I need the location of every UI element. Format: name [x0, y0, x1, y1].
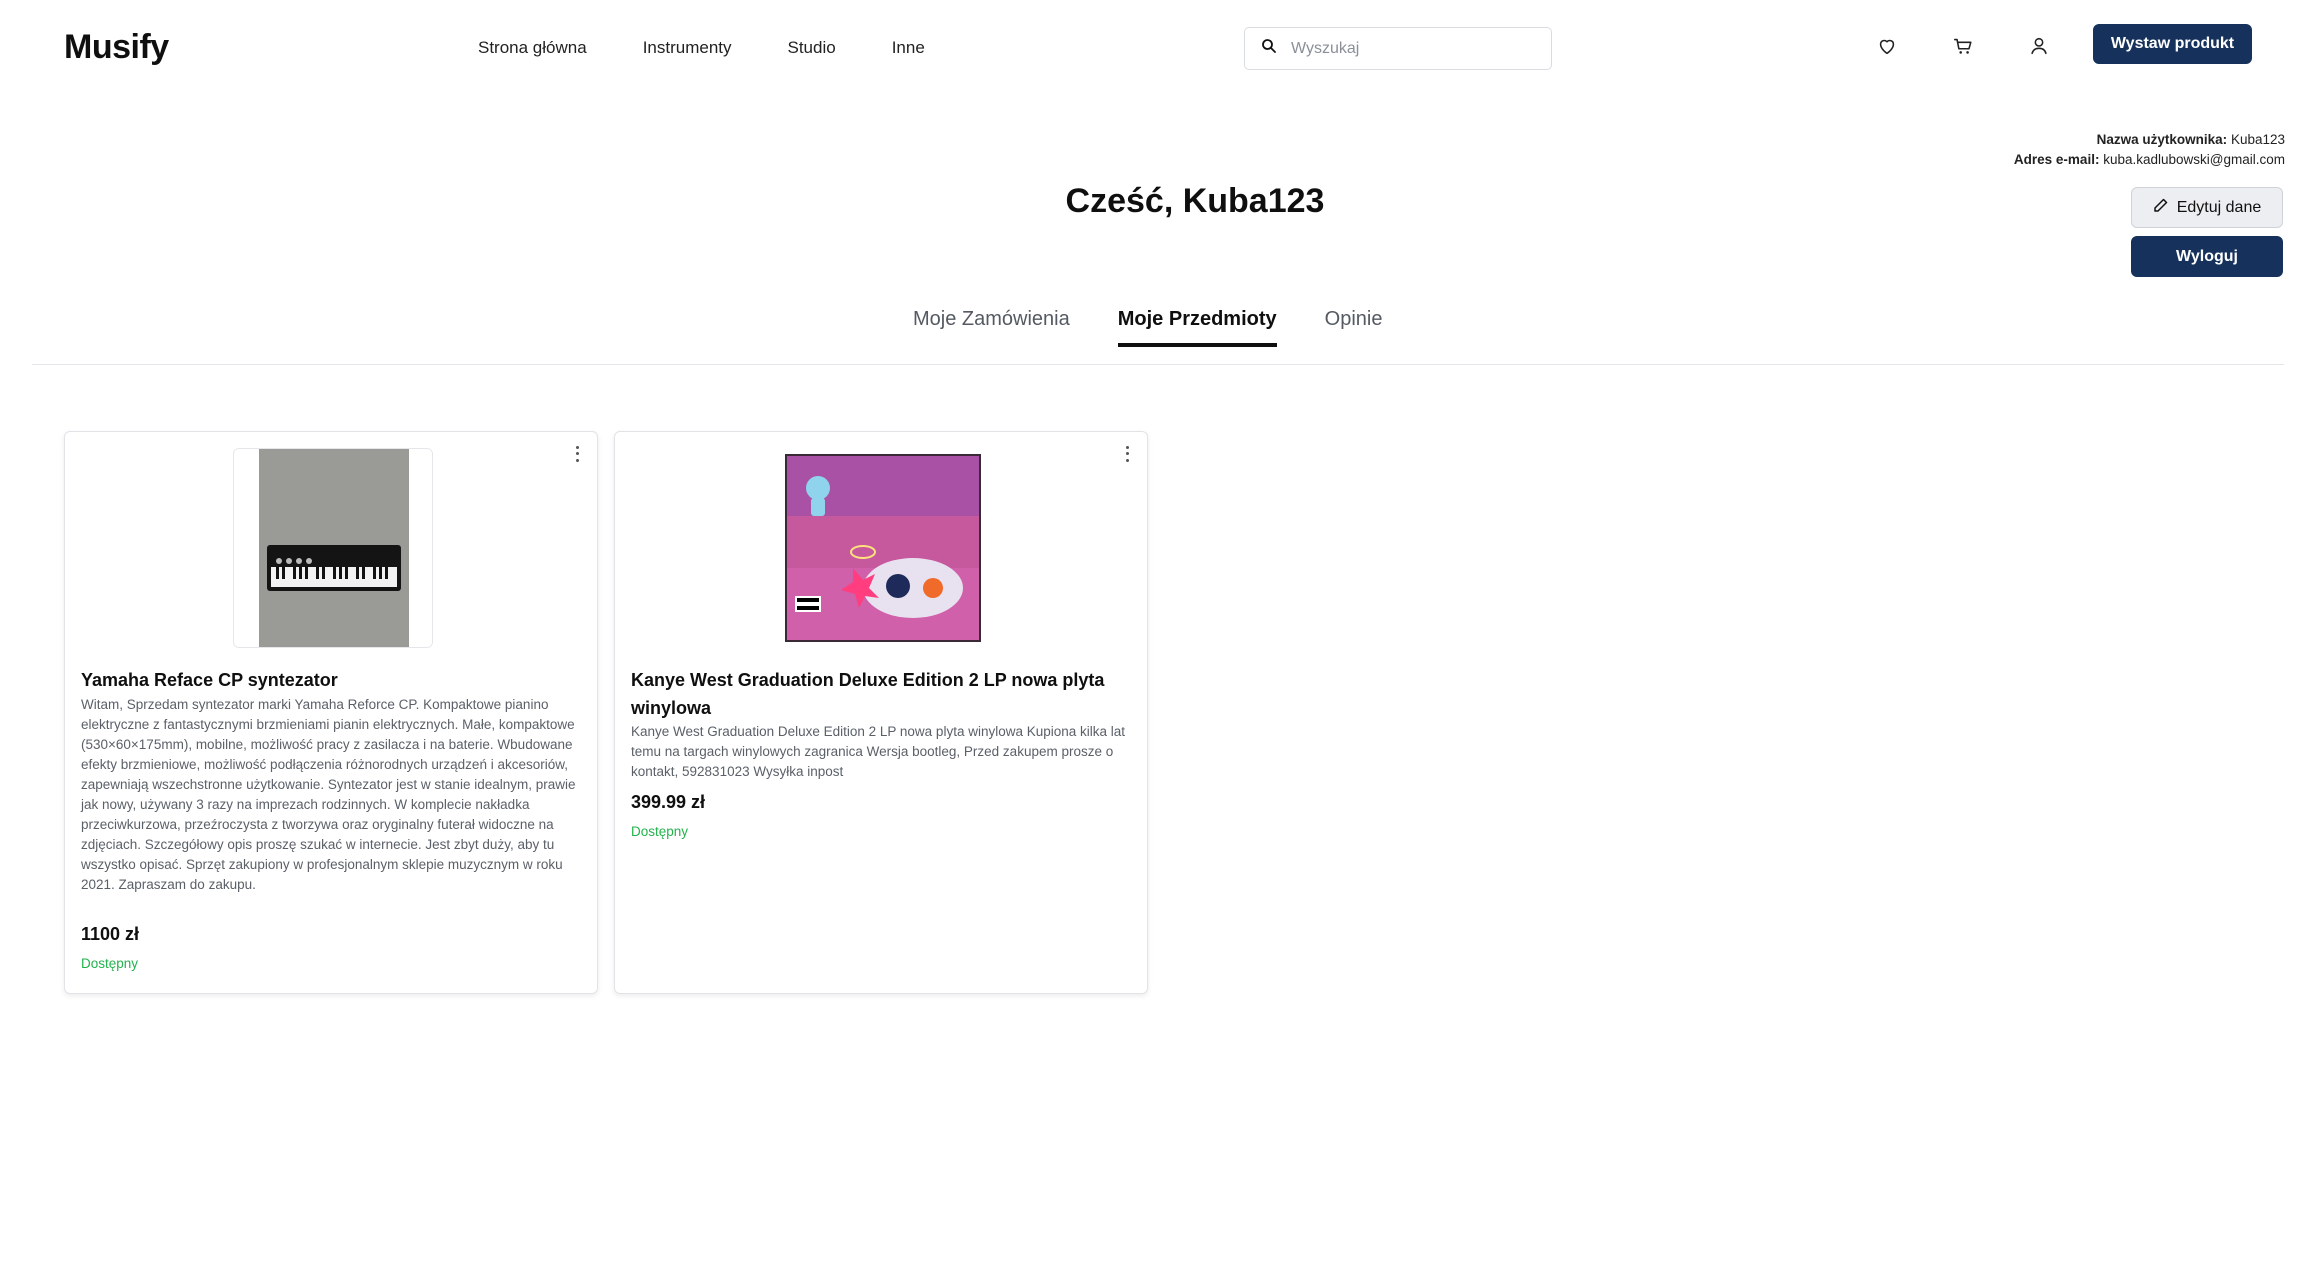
product-title[interactable]: Kanye West Graduation Deluxe Edition 2 L…	[631, 666, 1131, 722]
email-value: kuba.kadlubowski@gmail.com	[2103, 152, 2285, 167]
profile-tabs: Moje Zamówienia Moje Przedmioty Opinie	[913, 308, 1382, 347]
top-header: Musify Strona główna Instrumenty Studio …	[0, 0, 2309, 96]
cart-icon[interactable]	[1952, 35, 1974, 57]
product-description: Witam, Sprzedam syntezator marki Yamaha …	[81, 697, 576, 892]
main-nav: Strona główna Instrumenty Studio Inne	[478, 38, 925, 58]
product-price: 399.99 zł	[631, 792, 706, 812]
logout-button[interactable]: Wyloguj	[2131, 236, 2283, 277]
user-icon[interactable]	[2028, 35, 2050, 57]
search-icon	[1261, 38, 1277, 59]
nav-other[interactable]: Inne	[892, 38, 925, 58]
search-box[interactable]	[1244, 27, 1552, 70]
nav-instruments[interactable]: Instrumenty	[643, 38, 732, 58]
status-badge: Dostępny	[81, 956, 139, 971]
username-value: Kuba123	[2230, 132, 2285, 147]
divider	[32, 364, 2284, 365]
product-price: 1100 zł	[81, 924, 140, 944]
heart-icon[interactable]	[1876, 35, 1898, 57]
tab-my-items[interactable]: Moje Przedmioty	[1117, 308, 1277, 347]
nav-home[interactable]: Strona główna	[478, 38, 587, 58]
tab-orders[interactable]: Moje Zamówienia	[913, 308, 1070, 347]
more-options-icon[interactable]	[1123, 444, 1131, 464]
username-row: Nazwa użytkownika: Kuba123	[2096, 132, 2285, 147]
more-options-icon[interactable]	[573, 444, 581, 464]
logo[interactable]: Musify	[64, 28, 169, 67]
page-title: Cześć, Kuba123	[1065, 182, 1325, 220]
product-card[interactable]: Kanye West Graduation Deluxe Edition 2 L…	[614, 431, 1148, 994]
status-badge: Dostępny	[631, 824, 689, 839]
product-description: Kanye West Graduation Deluxe Edition 2 L…	[631, 724, 1126, 779]
product-title[interactable]: Yamaha Reface CP syntezator	[81, 666, 581, 694]
product-card[interactable]: Yamaha Reface CP syntezator Witam, Sprze…	[64, 431, 598, 994]
email-row: Adres e-mail: kuba.kadlubowski@gmail.com	[2013, 152, 2285, 167]
product-image	[783, 448, 983, 648]
search-input[interactable]	[1291, 39, 1531, 58]
tab-reviews[interactable]: Opinie	[1325, 308, 1383, 347]
product-image	[233, 448, 433, 648]
nav-studio[interactable]: Studio	[788, 38, 836, 58]
user-info: Nazwa użytkownika: Kuba123 Adres e-mail:…	[2014, 130, 2285, 170]
list-product-button[interactable]: Wystaw produkt	[2093, 24, 2252, 64]
